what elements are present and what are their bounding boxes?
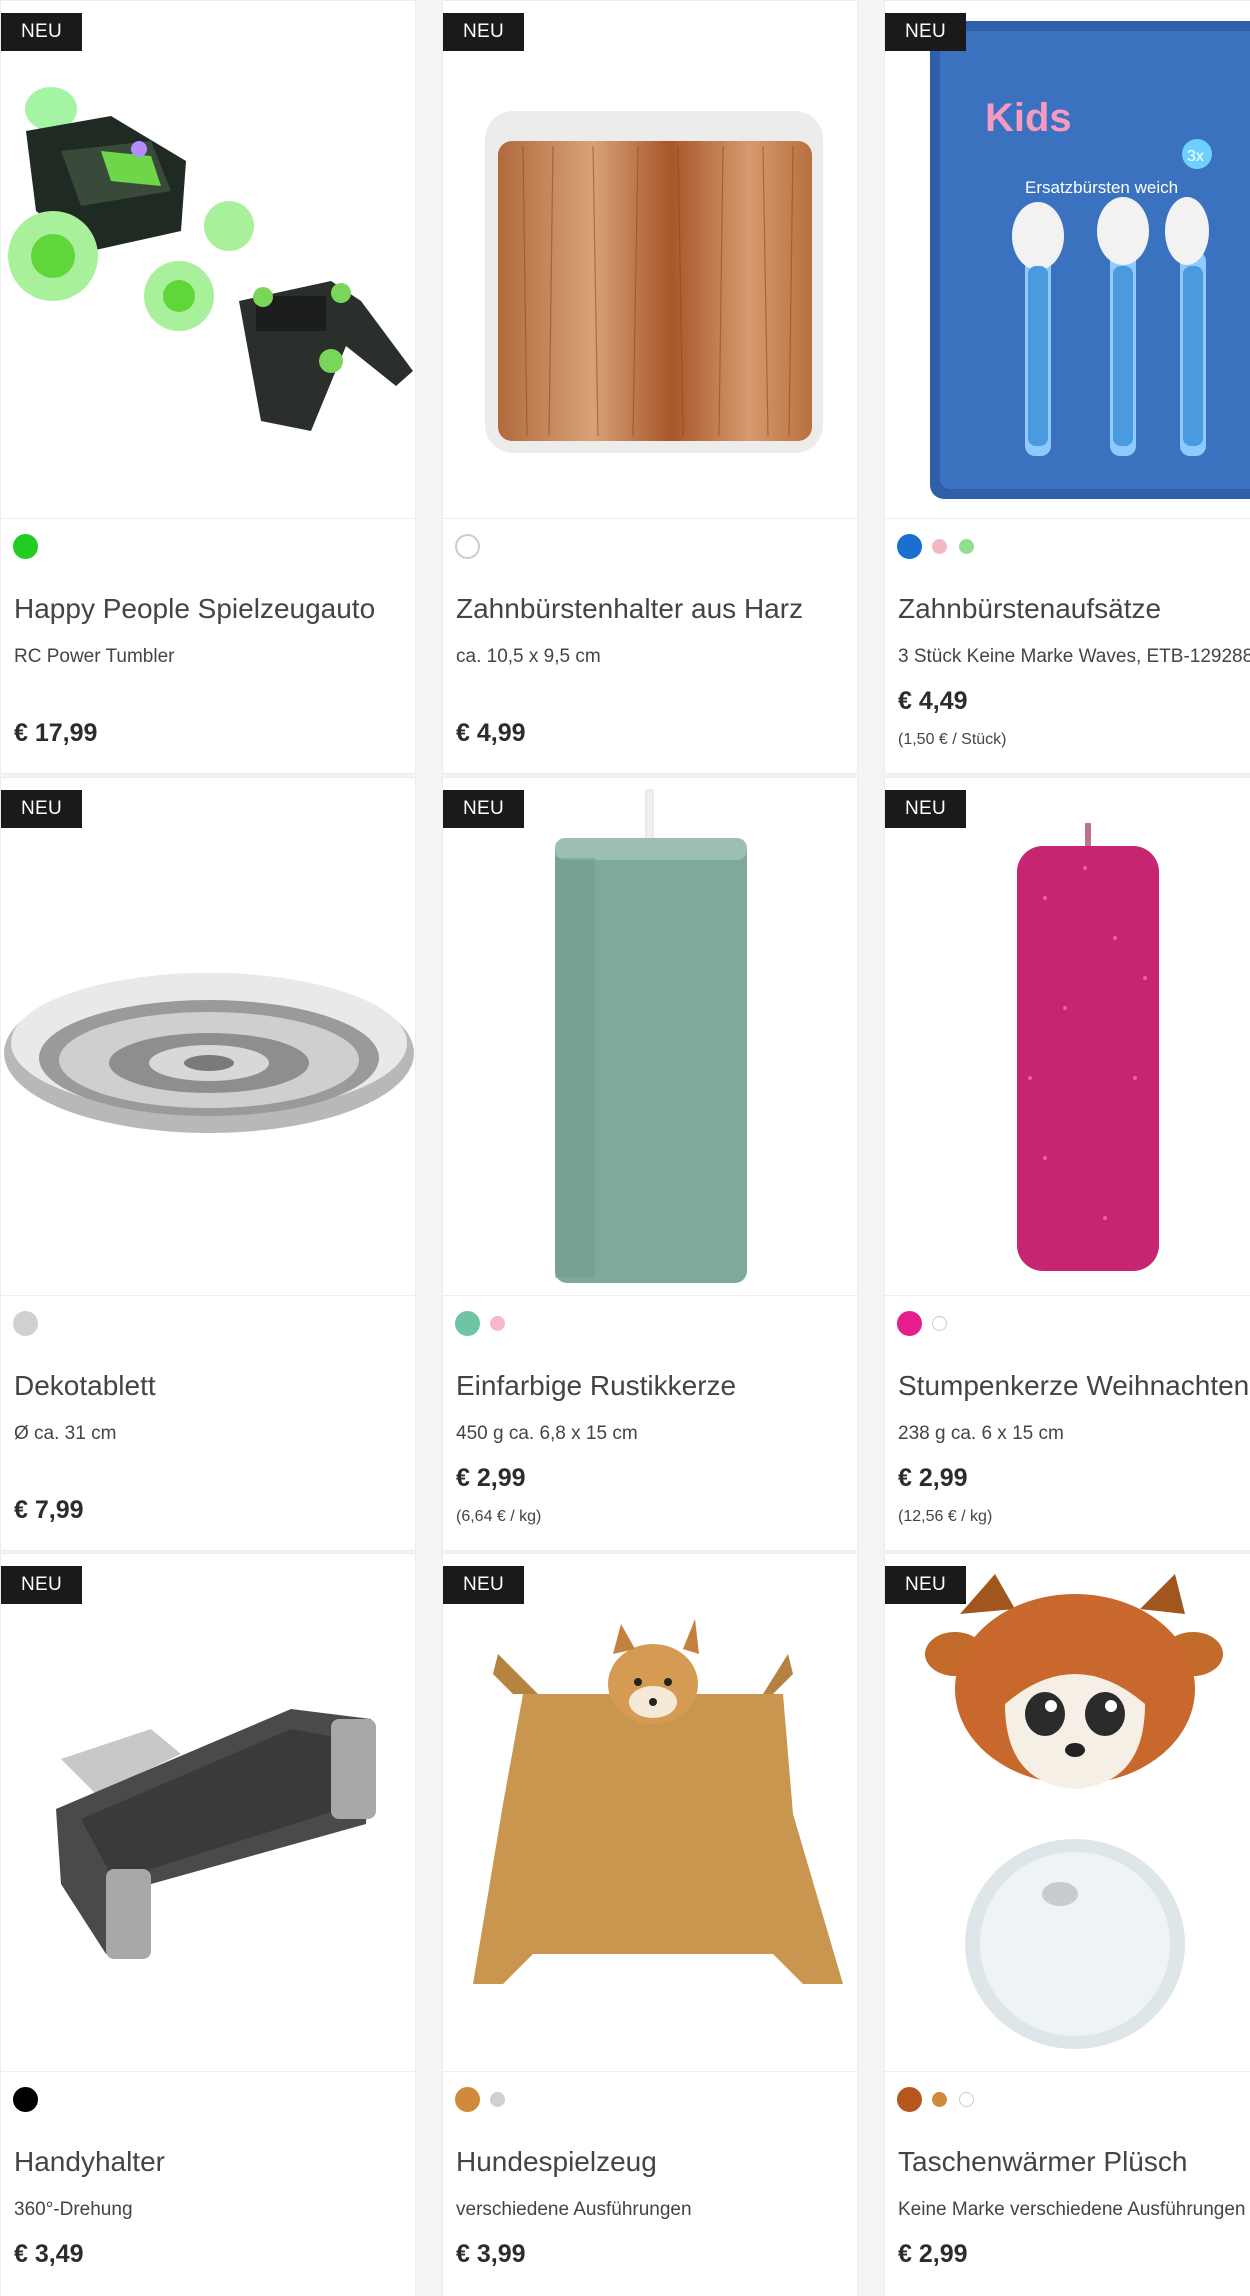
color-swatch[interactable]: [13, 534, 38, 559]
product-grid: NEU Happy People Spielzeugauto RC Power …: [0, 0, 1250, 2296]
product-subtitle: Ø ca. 31 cm: [14, 1423, 117, 1444]
product-title[interactable]: Zahnbürstenaufsätze: [898, 593, 1161, 625]
product-title[interactable]: Taschenwärmer Plüsch: [898, 2146, 1187, 2178]
ersatz-label: Ersatzbürsten weich: [1025, 178, 1178, 197]
product-image[interactable]: [1, 778, 415, 1296]
new-badge: NEU: [443, 1566, 525, 1604]
product-card[interactable]: NEU Hundespielzeug verschiedene Ausführu…: [442, 1553, 858, 2296]
product-subtitle: verschiedene Ausführungen: [456, 2199, 692, 2220]
color-swatch[interactable]: [932, 539, 947, 554]
new-badge: NEU: [1, 13, 83, 51]
color-swatches: [13, 1311, 48, 1336]
new-badge: NEU: [1, 1566, 83, 1604]
product-subtitle: 360°-Drehung: [14, 2199, 133, 2220]
color-swatches: [455, 1311, 517, 1336]
color-swatch[interactable]: [897, 534, 922, 559]
unit-price: (6,64 € / kg): [456, 1508, 542, 1525]
color-swatches: [897, 2087, 986, 2112]
product-price: € 3,49: [14, 2240, 84, 2268]
color-swatches: [897, 1311, 959, 1336]
product-title[interactable]: Zahnbürstenhalter aus Harz: [456, 593, 803, 625]
product-title[interactable]: Happy People Spielzeugauto: [14, 593, 375, 625]
product-image[interactable]: Kids 3x Ersatzbürsten weich: [885, 1, 1250, 519]
product-title[interactable]: Einfarbige Rustikkerze: [456, 1370, 736, 1402]
color-swatch[interactable]: [932, 1316, 947, 1331]
product-image[interactable]: [443, 778, 857, 1296]
new-badge: NEU: [1, 790, 83, 828]
color-swatches: [455, 534, 490, 559]
new-badge: NEU: [885, 790, 967, 828]
product-card[interactable]: NEU Handyhalter 360°-Drehung € 3,49: [0, 1553, 416, 2296]
count-label: 3x: [1187, 148, 1204, 165]
rc-car-illustration: [8, 87, 413, 431]
product-card[interactable]: NEU Zahnbürstenhalter aus Harz ca. 10,5 …: [442, 0, 858, 774]
product-card[interactable]: NEU Dekotablett Ø ca. 31 cm € 7,99: [0, 777, 416, 1551]
product-subtitle: 3 Stück Keine Marke Waves, ETB-129288: [898, 646, 1250, 667]
product-card[interactable]: NEU Stumpenkerze Weihnachten 238 g ca. 6…: [884, 777, 1250, 1551]
product-price: € 2,99: [898, 2240, 968, 2268]
color-swatch[interactable]: [490, 1316, 505, 1331]
product-image[interactable]: [885, 1554, 1250, 2072]
product-card[interactable]: NEU Taschenwärmer Plüsch Keine Marke ver…: [884, 1553, 1250, 2296]
color-swatch[interactable]: [959, 539, 974, 554]
pink-candle-illustration: [1017, 823, 1159, 1271]
color-swatch[interactable]: [897, 1311, 922, 1336]
kids-label: Kids: [985, 96, 1072, 140]
new-badge: NEU: [443, 790, 525, 828]
product-image[interactable]: [885, 778, 1250, 1296]
product-card[interactable]: Kids 3x Ersatzbürsten weich NEU Zahnbürs…: [884, 0, 1250, 774]
product-price: € 2,99: [898, 1464, 968, 1492]
color-swatch[interactable]: [455, 1311, 480, 1336]
color-swatch[interactable]: [959, 2092, 974, 2107]
deko-tray-illustration: [4, 973, 414, 1133]
green-candle-illustration: [555, 789, 747, 1283]
product-price: € 4,99: [456, 719, 526, 747]
color-swatch[interactable]: [490, 2092, 505, 2107]
color-swatch[interactable]: [13, 1311, 38, 1336]
color-swatches: [13, 2087, 48, 2112]
product-image[interactable]: [443, 1554, 857, 2072]
product-image[interactable]: [1, 1554, 415, 2072]
color-swatches: [455, 2087, 517, 2112]
product-price: € 17,99: [14, 719, 98, 747]
product-price: € 3,99: [456, 2240, 526, 2268]
product-price: € 2,99: [456, 1464, 526, 1492]
new-badge: NEU: [885, 13, 967, 51]
toothbrush-heads-illustration: Kids 3x Ersatzbürsten weich: [930, 21, 1250, 499]
new-badge: NEU: [885, 1566, 967, 1604]
product-subtitle: 238 g ca. 6 x 15 cm: [898, 1423, 1064, 1444]
product-subtitle: Keine Marke verschiedene Ausführungen: [898, 2199, 1246, 2220]
color-swatch[interactable]: [13, 2087, 38, 2112]
product-title[interactable]: Dekotablett: [14, 1370, 156, 1402]
product-image[interactable]: [443, 1, 857, 519]
color-swatches: [13, 534, 48, 559]
product-price: € 7,99: [14, 1496, 84, 1524]
color-swatches: [897, 534, 986, 559]
product-subtitle: ca. 10,5 x 9,5 cm: [456, 646, 601, 667]
phone-holder-illustration: [56, 1709, 376, 1959]
hand-warmer-illustration: [925, 1574, 1223, 2049]
product-title[interactable]: Handyhalter: [14, 2146, 165, 2178]
color-swatch[interactable]: [455, 534, 480, 559]
dog-toy-illustration: [473, 1619, 843, 1984]
unit-price: (12,56 € / kg): [898, 1508, 993, 1525]
product-subtitle: 450 g ca. 6,8 x 15 cm: [456, 1423, 638, 1444]
product-card[interactable]: NEU Einfarbige Rustikkerze 450 g ca. 6,8…: [442, 777, 858, 1551]
color-swatch[interactable]: [897, 2087, 922, 2112]
color-swatch[interactable]: [455, 2087, 480, 2112]
product-subtitle: RC Power Tumbler: [14, 646, 175, 667]
unit-price: (1,50 € / Stück): [898, 731, 1007, 748]
product-card[interactable]: NEU Happy People Spielzeugauto RC Power …: [0, 0, 416, 774]
product-title[interactable]: Stumpenkerze Weihnachten: [898, 1370, 1249, 1402]
new-badge: NEU: [443, 13, 525, 51]
color-swatch[interactable]: [932, 2092, 947, 2107]
toothbrush-holder-illustration: [485, 111, 823, 453]
product-image[interactable]: [1, 1, 415, 519]
product-price: € 4,49: [898, 687, 968, 715]
product-title[interactable]: Hundespielzeug: [456, 2146, 657, 2178]
